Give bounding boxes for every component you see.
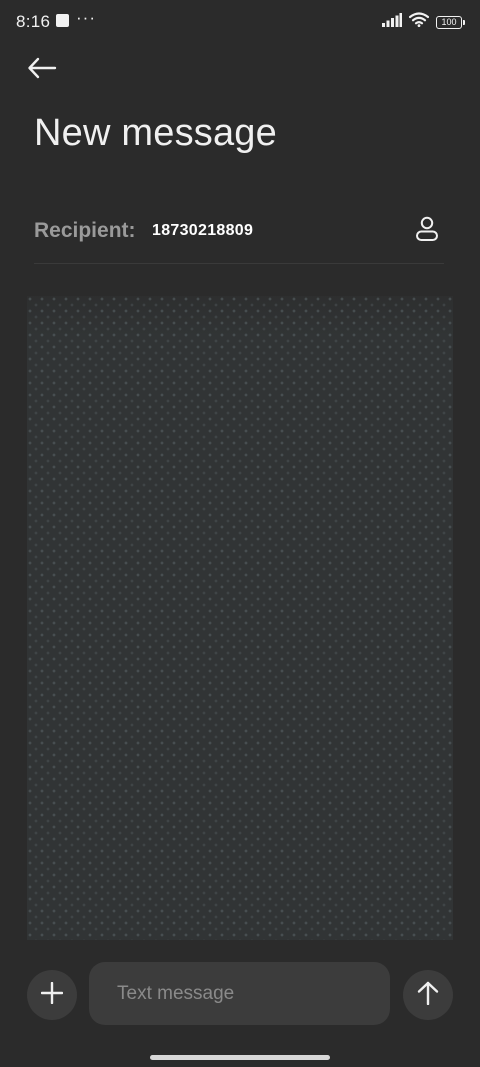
send-button[interactable] <box>403 970 453 1020</box>
plus-icon <box>40 981 64 1009</box>
page-title: New message <box>34 112 277 154</box>
contact-picker-button[interactable] <box>412 216 442 246</box>
message-input[interactable] <box>89 962 390 1025</box>
status-time: 8:16 <box>16 12 51 31</box>
recipient-row[interactable]: Recipient: 18730218809 <box>34 206 444 256</box>
recipient-label: Recipient: <box>34 219 136 242</box>
contact-person-icon <box>415 216 439 247</box>
recipient-divider <box>34 263 444 264</box>
signal-icon <box>382 12 402 32</box>
send-arrow-up-icon <box>417 981 439 1010</box>
back-button[interactable] <box>22 52 62 88</box>
battery-level: 100 <box>441 17 457 27</box>
attach-button[interactable] <box>27 970 77 1020</box>
back-arrow-icon <box>27 57 57 84</box>
recipient-number[interactable]: 18730218809 <box>152 222 253 240</box>
battery-icon: 100 <box>436 15 465 29</box>
status-bar: 8:16 ··· 100 <box>0 0 480 44</box>
more-dots-icon: ··· <box>76 8 96 27</box>
wifi-icon <box>408 12 430 32</box>
notification-square-icon <box>56 14 69 27</box>
home-indicator[interactable] <box>150 1055 330 1060</box>
new-message-screen: 8:16 ··· 100 New message Recipient: 1873… <box>0 0 480 1067</box>
status-right-group: 100 <box>382 12 465 32</box>
conversation-area[interactable] <box>27 296 453 940</box>
